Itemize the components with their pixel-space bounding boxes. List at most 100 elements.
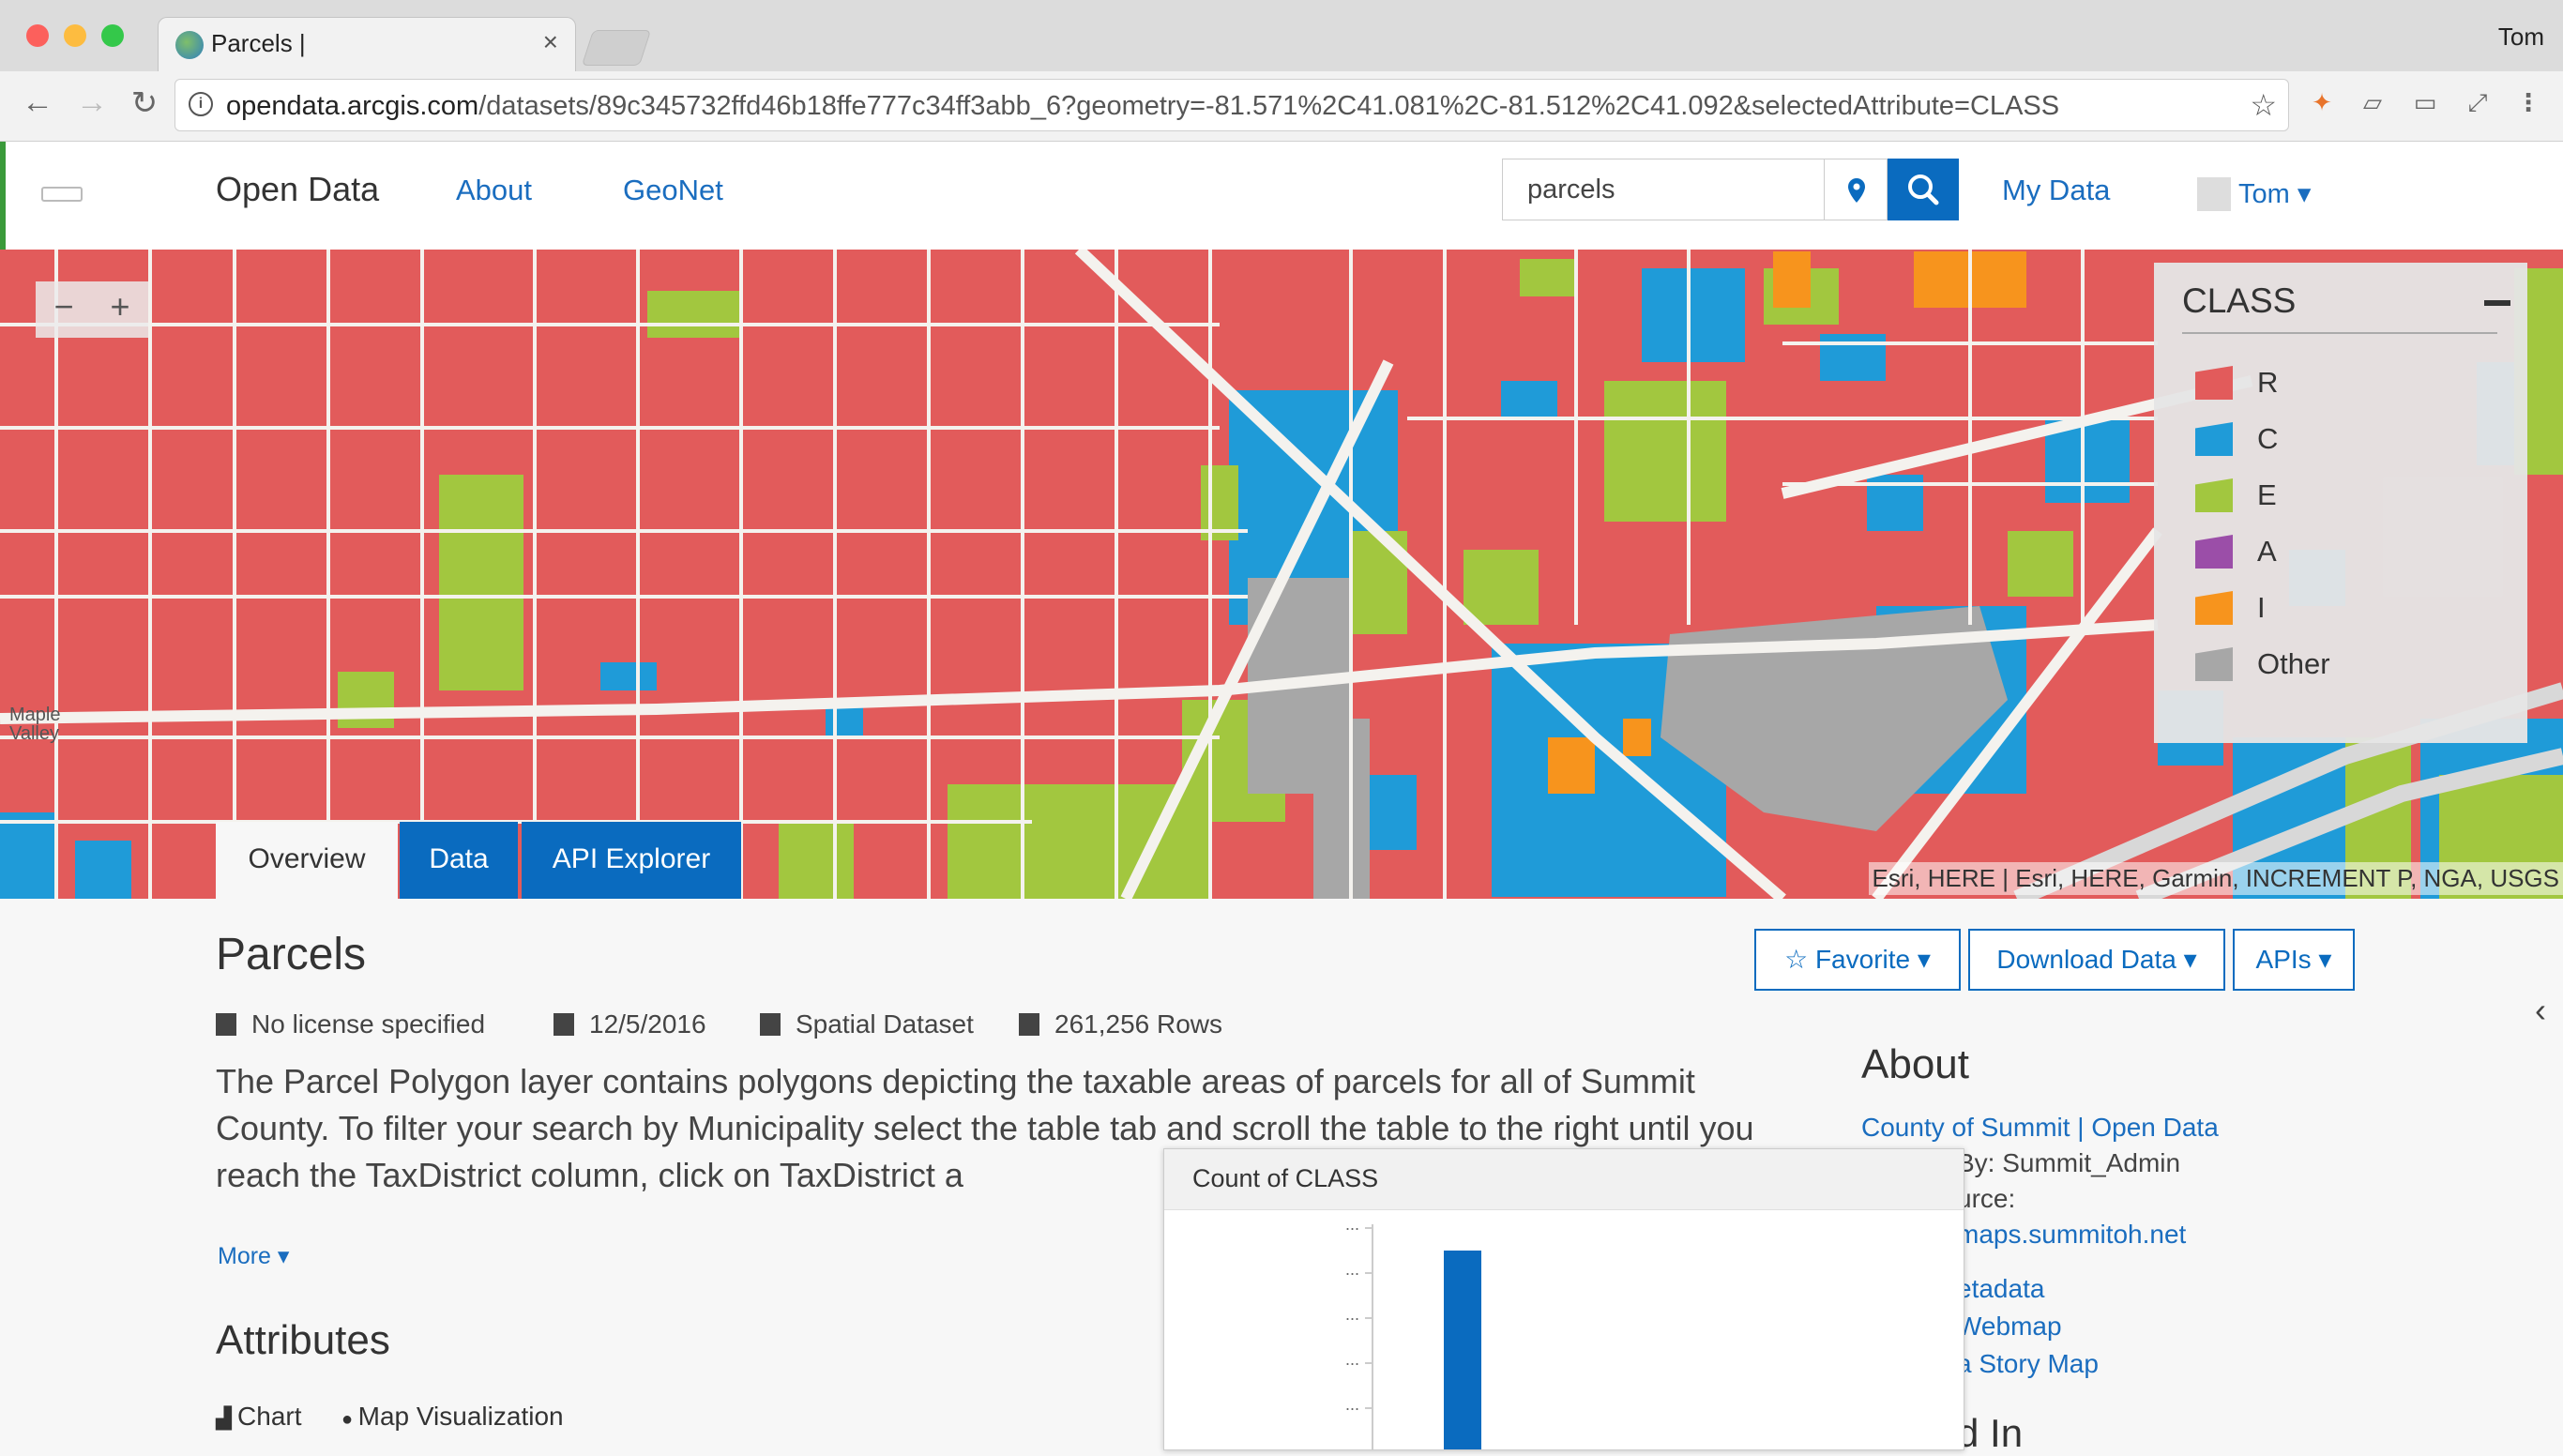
menu-icon[interactable] [41,187,83,202]
legend-label: Other [2257,647,2330,680]
legend-swatch [2195,366,2233,400]
map-visualization-tab[interactable]: ● Map Visualization [341,1402,564,1432]
bookmark-star-icon[interactable]: ☆ [2250,87,2277,123]
info-icon[interactable]: i [189,92,213,116]
legend-swatch [2195,478,2233,512]
table-icon [1019,1013,1039,1036]
y-tick-label: ... [1345,1350,1359,1369]
extension-icon[interactable]: ✦ [2306,88,2338,120]
legend-swatch [2195,591,2233,625]
rows-meta: 261,256 Rows [1019,1009,1222,1039]
chart-bar[interactable] [1444,1251,1481,1449]
source-link[interactable]: maps.summitoh.net [1957,1220,2186,1250]
more-link[interactable]: More ▾ [218,1242,289,1270]
url-text[interactable]: opendata.arcgis.com/datasets/89c345732ff… [226,91,2059,122]
legend-label: I [2257,591,2266,624]
download-data-button[interactable]: Download Data ▾ [1968,929,2225,991]
map-place-label: Maple Valley [9,705,61,744]
user-menu[interactable]: Tom ▾ [2238,177,2311,210]
address-bar[interactable]: i opendata.arcgis.com/datasets/89c345732… [174,79,2289,131]
search-button[interactable] [1888,159,1959,220]
tab-title: Parcels | [211,29,306,57]
legend-swatch [2195,422,2233,456]
reload-icon[interactable]: ↻ [124,84,165,122]
webmap-link[interactable]: Webmap [1957,1312,2062,1342]
chart-tab[interactable]: ▟ Chart [216,1402,302,1432]
zoom-out-button[interactable]: − [36,287,92,326]
brand-title[interactable]: Open Data [216,170,379,209]
close-window-button[interactable] [26,24,49,47]
search-icon [1908,174,1939,205]
legend-label: E [2257,478,2277,511]
chart-header: Count of CLASS [1164,1149,1964,1210]
map-attribution: Esri, HERE | Esri, HERE, Garmin, INCREME… [1868,862,2563,895]
legend-divider [2182,332,2497,334]
minimize-window-button[interactable] [64,24,86,47]
section-heading-partial: d In [1957,1411,2024,1455]
file-icon [760,1013,781,1036]
lock-icon [216,1013,236,1036]
license-meta: No license specified [216,1009,485,1039]
y-tick-label: ... [1345,1395,1359,1414]
about-heading: About [1861,1041,1969,1087]
search-input[interactable]: parcels [1502,159,1825,220]
y-tick-label: ... [1345,1260,1359,1279]
chart-title: Count of CLASS [1192,1164,1379,1192]
menu-kebab-icon[interactable]: ⋮ [2512,88,2544,120]
avatar[interactable] [2197,177,2231,211]
page-title: Parcels [216,930,367,979]
legend-label: C [2257,422,2279,455]
date-meta: 12/5/2016 [554,1009,706,1039]
zoom-in-button[interactable]: + [92,287,148,326]
legend-swatch [2195,647,2233,681]
cast-icon[interactable]: ▭ [2409,88,2441,120]
close-tab-icon[interactable]: × [543,27,558,57]
browser-profile-name[interactable]: Tom [2498,23,2544,52]
tab-overview[interactable]: Overview [216,822,398,899]
collapse-icon[interactable] [2484,300,2510,306]
browser-tab[interactable]: Parcels | × [158,17,576,71]
accent-bar [0,142,6,250]
forward-arrow-icon[interactable]: → [71,84,113,121]
location-button[interactable] [1824,159,1888,220]
zoom-control: − + [36,281,148,338]
map-legend: CLASS R C E A I Other [2154,263,2527,743]
type-meta: Spatial Dataset [760,1009,974,1039]
chart-tooltip-panel: Count of CLASS ............... [1163,1148,1964,1450]
tab-api-explorer[interactable]: API Explorer [522,822,741,899]
my-data-link[interactable]: My Data [2002,174,2110,207]
y-tick-label: ... [1345,1305,1359,1324]
globe-icon [175,31,204,59]
published-by: By: Summit_Admin [1957,1148,2181,1177]
org-link[interactable]: County of Summit | Open Data [1861,1113,2219,1143]
fullscreen-icon[interactable]: ⤢ [2462,88,2494,120]
maximize-window-button[interactable] [101,24,124,47]
chart-icon: ▟ [216,1406,238,1430]
back-arrow-icon[interactable]: ← [17,84,58,121]
story-map-link[interactable]: a Story Map [1957,1349,2099,1379]
legend-label: R [2257,366,2279,399]
legend-swatch [2195,535,2233,569]
nav-geonet[interactable]: GeoNet [623,174,723,207]
metadata-link[interactable]: etadata [1957,1274,2044,1304]
favorite-button[interactable]: ☆ Favorite ▾ [1754,929,1961,991]
legend-label: A [2257,535,2277,568]
source-label: urce: [1957,1184,2016,1213]
calendar-icon [554,1013,574,1036]
tab-data[interactable]: Data [400,822,518,899]
apis-button[interactable]: APIs ▾ [2233,929,2355,991]
chevron-left-icon[interactable]: ‹ [2535,991,2546,1030]
count-of-class-chart: ............... [1345,1215,1481,1449]
attributes-heading: Attributes [216,1317,390,1363]
dot-icon: ● [341,1409,358,1430]
nav-about[interactable]: About [456,174,532,207]
y-tick-label: ... [1345,1215,1359,1234]
parcels-map[interactable]: − + Maple Valley CLASS R C E A I Other E… [0,250,2563,899]
extension-icon[interactable]: ▱ [2357,88,2389,120]
new-tab-button[interactable] [581,30,652,66]
location-pin-icon [1848,178,1865,203]
site-header: Open Data About GeoNet parcels My Data T… [0,142,2563,250]
browser-toolbar: ← → ↻ i opendata.arcgis.com/datasets/89c… [0,71,2563,142]
legend-title: CLASS [2182,281,2297,320]
browser-tabstrip: Parcels | × Tom [0,0,2563,71]
